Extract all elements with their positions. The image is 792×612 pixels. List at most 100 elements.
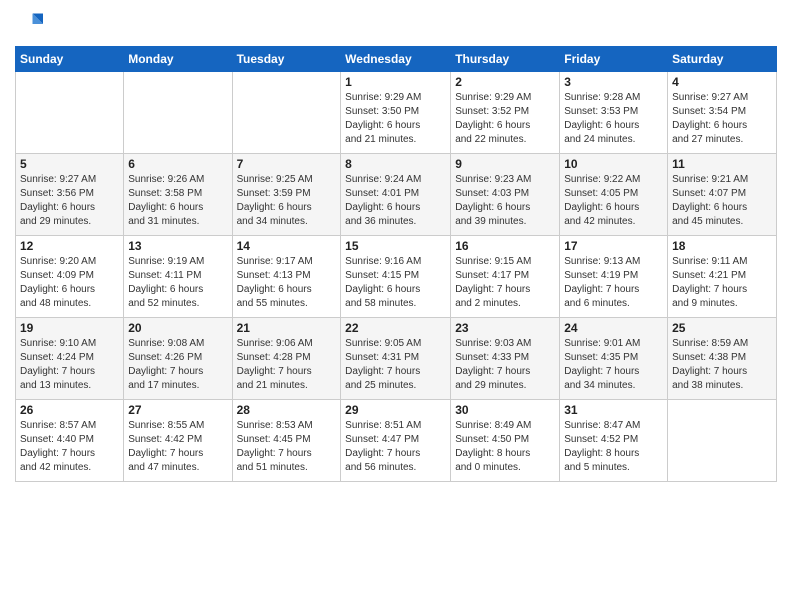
calendar-cell: 21 Sunrise: 9:06 AM Sunset: 4:28 PM Dayli… (232, 318, 341, 400)
calendar-cell: 12 Sunrise: 9:20 AM Sunset: 4:09 PM Dayli… (16, 236, 124, 318)
calendar-cell (232, 72, 341, 154)
day-info: Sunrise: 9:23 AM Sunset: 4:03 PM Dayligh… (455, 173, 555, 229)
calendar-header-saturday: Saturday (668, 47, 777, 72)
day-number: 23 (455, 321, 555, 335)
day-number: 22 (345, 321, 446, 335)
day-number: 16 (455, 239, 555, 253)
calendar-cell: 16 Sunrise: 9:15 AM Sunset: 4:17 PM Dayli… (451, 236, 560, 318)
calendar-cell: 20Sunrise: 9:08 AM Sunset: 4:26 PM Dayli… (124, 318, 232, 400)
day-info: Sunrise: 9:17 AM Sunset: 4:13 PM Dayligh… (237, 255, 337, 311)
day-number: 2 (455, 75, 555, 89)
day-info: Sunrise: 9:15 AM Sunset: 4:17 PM Dayligh… (455, 255, 555, 311)
calendar-cell (124, 72, 232, 154)
day-info: Sunrise: 9:26 AM Sunset: 3:58 PM Dayligh… (128, 173, 227, 229)
calendar-header-friday: Friday (560, 47, 668, 72)
day-info: Sunrise: 9:24 AM Sunset: 4:01 PM Dayligh… (345, 173, 446, 229)
calendar-cell: 11Sunrise: 9:21 AM Sunset: 4:07 PM Dayli… (668, 154, 777, 236)
calendar-cell: 6 Sunrise: 9:26 AM Sunset: 3:58 PM Daylig… (124, 154, 232, 236)
calendar-cell: 18Sunrise: 9:11 AM Sunset: 4:21 PM Dayli… (668, 236, 777, 318)
calendar-header-wednesday: Wednesday (341, 47, 451, 72)
calendar-cell: 27Sunrise: 8:55 AM Sunset: 4:42 PM Dayli… (124, 400, 232, 482)
day-info: Sunrise: 9:06 AM Sunset: 4:28 PM Dayligh… (237, 337, 337, 393)
calendar-cell: 28 Sunrise: 8:53 AM Sunset: 4:45 PM Dayli… (232, 400, 341, 482)
calendar-cell: 24Sunrise: 9:01 AM Sunset: 4:35 PM Dayli… (560, 318, 668, 400)
day-info: Sunrise: 9:27 AM Sunset: 3:56 PM Dayligh… (20, 173, 119, 229)
header (15, 10, 777, 38)
calendar-week-1: 5 Sunrise: 9:27 AM Sunset: 3:56 PM Daylig… (16, 154, 777, 236)
day-info: Sunrise: 9:13 AM Sunset: 4:19 PM Dayligh… (564, 255, 663, 311)
calendar-week-0: 1 Sunrise: 9:29 AM Sunset: 3:50 PM Daylig… (16, 72, 777, 154)
day-info: Sunrise: 9:29 AM Sunset: 3:52 PM Dayligh… (455, 91, 555, 147)
day-info: Sunrise: 9:16 AM Sunset: 4:15 PM Dayligh… (345, 255, 446, 311)
calendar-cell: 1 Sunrise: 9:29 AM Sunset: 3:50 PM Daylig… (341, 72, 451, 154)
day-number: 25 (672, 321, 772, 335)
day-info: Sunrise: 8:55 AM Sunset: 4:42 PM Dayligh… (128, 419, 227, 475)
calendar-header-thursday: Thursday (451, 47, 560, 72)
day-number: 29 (345, 403, 446, 417)
calendar-cell: 26 Sunrise: 8:57 AM Sunset: 4:40 PM Dayli… (16, 400, 124, 482)
day-number: 9 (455, 157, 555, 171)
day-number: 4 (672, 75, 772, 89)
day-number: 17 (564, 239, 663, 253)
day-number: 8 (345, 157, 446, 171)
calendar-cell: 25Sunrise: 8:59 AM Sunset: 4:38 PM Dayli… (668, 318, 777, 400)
day-info: Sunrise: 9:19 AM Sunset: 4:11 PM Dayligh… (128, 255, 227, 311)
day-info: Sunrise: 8:51 AM Sunset: 4:47 PM Dayligh… (345, 419, 446, 475)
calendar-cell: 31 Sunrise: 8:47 AM Sunset: 4:52 PM Dayli… (560, 400, 668, 482)
day-info: Sunrise: 9:03 AM Sunset: 4:33 PM Dayligh… (455, 337, 555, 393)
calendar-cell: 8 Sunrise: 9:24 AM Sunset: 4:01 PM Daylig… (341, 154, 451, 236)
day-info: Sunrise: 9:27 AM Sunset: 3:54 PM Dayligh… (672, 91, 772, 147)
day-number: 3 (564, 75, 663, 89)
calendar-cell: 14 Sunrise: 9:17 AM Sunset: 4:13 PM Dayli… (232, 236, 341, 318)
calendar-week-3: 19Sunrise: 9:10 AM Sunset: 4:24 PM Dayli… (16, 318, 777, 400)
day-info: Sunrise: 8:57 AM Sunset: 4:40 PM Dayligh… (20, 419, 119, 475)
calendar-header-monday: Monday (124, 47, 232, 72)
calendar-header-sunday: Sunday (16, 47, 124, 72)
day-info: Sunrise: 8:49 AM Sunset: 4:50 PM Dayligh… (455, 419, 555, 475)
calendar-cell: 7Sunrise: 9:25 AM Sunset: 3:59 PM Daylig… (232, 154, 341, 236)
calendar-cell: 3 Sunrise: 9:28 AM Sunset: 3:53 PM Daylig… (560, 72, 668, 154)
day-number: 28 (237, 403, 337, 417)
day-number: 1 (345, 75, 446, 89)
day-info: Sunrise: 9:08 AM Sunset: 4:26 PM Dayligh… (128, 337, 227, 393)
day-number: 14 (237, 239, 337, 253)
calendar-cell (16, 72, 124, 154)
day-number: 13 (128, 239, 227, 253)
day-number: 12 (20, 239, 119, 253)
calendar-cell: 19Sunrise: 9:10 AM Sunset: 4:24 PM Dayli… (16, 318, 124, 400)
day-number: 19 (20, 321, 119, 335)
calendar-cell (668, 400, 777, 482)
calendar-cell: 10Sunrise: 9:22 AM Sunset: 4:05 PM Dayli… (560, 154, 668, 236)
day-info: Sunrise: 9:28 AM Sunset: 3:53 PM Dayligh… (564, 91, 663, 147)
day-number: 15 (345, 239, 446, 253)
day-number: 5 (20, 157, 119, 171)
calendar-cell: 15 Sunrise: 9:16 AM Sunset: 4:15 PM Dayli… (341, 236, 451, 318)
calendar-cell: 13 Sunrise: 9:19 AM Sunset: 4:11 PM Dayli… (124, 236, 232, 318)
calendar-week-4: 26 Sunrise: 8:57 AM Sunset: 4:40 PM Dayli… (16, 400, 777, 482)
calendar-header-tuesday: Tuesday (232, 47, 341, 72)
calendar-cell: 4 Sunrise: 9:27 AM Sunset: 3:54 PM Daylig… (668, 72, 777, 154)
day-info: Sunrise: 8:47 AM Sunset: 4:52 PM Dayligh… (564, 419, 663, 475)
page: SundayMondayTuesdayWednesdayThursdayFrid… (0, 0, 792, 612)
day-info: Sunrise: 9:29 AM Sunset: 3:50 PM Dayligh… (345, 91, 446, 147)
day-number: 31 (564, 403, 663, 417)
day-info: Sunrise: 9:20 AM Sunset: 4:09 PM Dayligh… (20, 255, 119, 311)
calendar-cell: 23 Sunrise: 9:03 AM Sunset: 4:33 PM Dayli… (451, 318, 560, 400)
day-info: Sunrise: 8:53 AM Sunset: 4:45 PM Dayligh… (237, 419, 337, 475)
day-number: 24 (564, 321, 663, 335)
calendar-cell: 30 Sunrise: 8:49 AM Sunset: 4:50 PM Dayli… (451, 400, 560, 482)
day-number: 30 (455, 403, 555, 417)
calendar-cell: 2 Sunrise: 9:29 AM Sunset: 3:52 PM Daylig… (451, 72, 560, 154)
day-info: Sunrise: 9:22 AM Sunset: 4:05 PM Dayligh… (564, 173, 663, 229)
logo (15, 10, 47, 38)
day-number: 6 (128, 157, 227, 171)
day-info: Sunrise: 9:25 AM Sunset: 3:59 PM Dayligh… (237, 173, 337, 229)
calendar-cell: 22Sunrise: 9:05 AM Sunset: 4:31 PM Dayli… (341, 318, 451, 400)
calendar-week-2: 12 Sunrise: 9:20 AM Sunset: 4:09 PM Dayli… (16, 236, 777, 318)
day-number: 26 (20, 403, 119, 417)
calendar-header-row: SundayMondayTuesdayWednesdayThursdayFrid… (16, 47, 777, 72)
calendar-cell: 9 Sunrise: 9:23 AM Sunset: 4:03 PM Daylig… (451, 154, 560, 236)
calendar-cell: 29 Sunrise: 8:51 AM Sunset: 4:47 PM Dayli… (341, 400, 451, 482)
day-number: 21 (237, 321, 337, 335)
calendar-table: SundayMondayTuesdayWednesdayThursdayFrid… (15, 46, 777, 482)
